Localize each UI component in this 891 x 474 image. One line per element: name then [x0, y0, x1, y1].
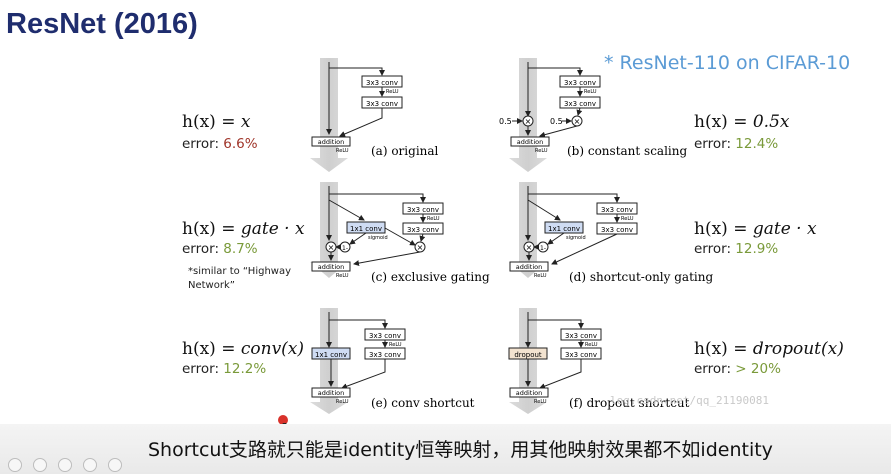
svg-text:3x3 conv: 3x3 conv	[366, 100, 398, 108]
svg-text:3x3 conv: 3x3 conv	[564, 79, 596, 87]
svg-text:addition: addition	[318, 138, 345, 146]
svg-text:3x3 conv: 3x3 conv	[366, 79, 398, 87]
svg-text:0.5: 0.5	[550, 117, 563, 126]
svg-text:1-: 1-	[342, 245, 348, 252]
svg-text:×: ×	[526, 243, 533, 252]
svg-text:1x1 conv: 1x1 conv	[548, 225, 580, 233]
svg-text:addition: addition	[516, 263, 543, 271]
svg-text:addition: addition	[318, 263, 345, 271]
svg-text:3x3 conv: 3x3 conv	[565, 351, 597, 359]
svg-text:ReLU: ReLU	[427, 216, 440, 222]
svg-text:1x1 conv: 1x1 conv	[350, 225, 382, 233]
svg-text:ReLU: ReLU	[584, 89, 597, 95]
svg-text:×: ×	[525, 117, 532, 126]
svg-text:3x3 conv: 3x3 conv	[407, 226, 439, 234]
caption-a: (a) original	[371, 144, 439, 158]
panel-d: 3x3 conv ReLU 3x3 conv 1x1 conv sigmoid …	[509, 182, 638, 279]
svg-text:×: ×	[574, 117, 581, 126]
svg-text:ReLU: ReLU	[389, 342, 402, 348]
slides-icon[interactable]	[58, 458, 72, 472]
svg-text:sigmoid: sigmoid	[566, 235, 586, 241]
svg-text:ReLU: ReLU	[336, 148, 349, 154]
svg-text:ReLU: ReLU	[336, 273, 349, 279]
more-icon[interactable]	[108, 458, 122, 472]
svg-text:1-: 1-	[540, 245, 546, 252]
caption-c: (c) exclusive gating	[371, 270, 490, 284]
svg-text:ReLU: ReLU	[534, 399, 547, 405]
svg-text:×: ×	[417, 243, 424, 252]
caption-b: (b) constant scaling	[567, 144, 687, 158]
svg-text:ReLU: ReLU	[585, 342, 598, 348]
svg-text:3x3 conv: 3x3 conv	[601, 226, 633, 234]
svg-text:3x3 conv: 3x3 conv	[369, 332, 401, 340]
pen-icon[interactable]	[33, 458, 47, 472]
svg-text:3x3 conv: 3x3 conv	[564, 100, 596, 108]
svg-text:addition: addition	[516, 389, 543, 397]
svg-text:ReLU: ReLU	[386, 89, 399, 95]
zoom-icon[interactable]	[83, 458, 97, 472]
subtitle-caption: Shortcut支路就只能是identity恒等映射，用其他映射效果都不如ide…	[148, 439, 773, 461]
caption-d: (d) shortcut-only gating	[569, 270, 713, 284]
svg-text:1x1 conv: 1x1 conv	[315, 351, 347, 359]
svg-text:ReLU: ReLU	[336, 399, 349, 405]
svg-text:ReLU: ReLU	[621, 216, 634, 222]
svg-text:addition: addition	[318, 389, 345, 397]
play-icon[interactable]	[8, 458, 22, 472]
svg-text:×: ×	[328, 243, 335, 252]
svg-text:dropout: dropout	[514, 351, 542, 359]
svg-text:ReLU: ReLU	[535, 148, 548, 154]
caption-e: (e) conv shortcut	[371, 396, 475, 410]
watermark: log.csdn.net/qq_21190081	[610, 394, 769, 407]
svg-text:3x3 conv: 3x3 conv	[565, 332, 597, 340]
svg-text:0.5: 0.5	[499, 117, 512, 126]
svg-text:3x3 conv: 3x3 conv	[407, 206, 439, 214]
svg-text:3x3 conv: 3x3 conv	[601, 206, 633, 214]
svg-text:ReLU: ReLU	[534, 273, 547, 279]
svg-text:sigmoid: sigmoid	[368, 235, 388, 241]
svg-text:3x3 conv: 3x3 conv	[369, 351, 401, 359]
panel-c: 3x3 conv ReLU 3x3 conv × 1x1 conv sigmoi…	[310, 182, 444, 279]
svg-text:addition: addition	[517, 138, 544, 146]
